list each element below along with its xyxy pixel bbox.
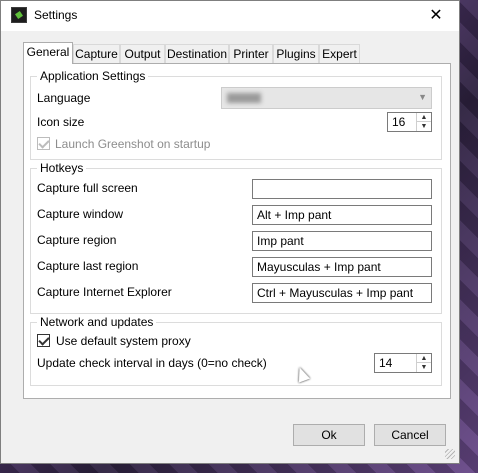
hotkey-window-field[interactable]: Alt + Imp pant (252, 205, 432, 225)
close-icon[interactable]: ✕ (413, 1, 459, 31)
hotkey-region-field[interactable]: Imp pant (252, 231, 432, 251)
stepper-buttons: ▲ ▼ (416, 354, 431, 372)
cancel-button[interactable]: Cancel (374, 424, 446, 446)
network-updates-legend: Network and updates (37, 315, 157, 329)
tab-general[interactable]: General (23, 42, 73, 64)
language-dropdown[interactable]: ▼ (221, 87, 432, 109)
title-bar: Settings ✕ (1, 1, 459, 31)
tab-plugins[interactable]: Plugins (273, 44, 319, 63)
hotkey-label: Capture Internet Explorer (37, 285, 172, 299)
language-label: Language (37, 91, 91, 105)
stepper-down-icon[interactable]: ▼ (417, 122, 431, 131)
launch-on-startup-checkbox[interactable] (37, 137, 50, 150)
network-updates-group: Network and updates Use default system p… (30, 315, 442, 386)
window-title: Settings (34, 8, 78, 22)
resize-grip[interactable] (445, 449, 455, 459)
checkmark-icon (38, 137, 50, 149)
hotkey-label: Capture last region (37, 259, 139, 273)
tab-expert[interactable]: Expert (319, 44, 360, 63)
hotkey-last-region-field[interactable]: Mayusculas + Imp pant (252, 257, 432, 277)
general-tab-panel: Application Settings Language ▼ Icon siz… (23, 63, 451, 399)
update-interval-label: Update check interval in days (0=no chec… (37, 356, 267, 370)
update-interval-value: 14 (379, 356, 393, 370)
icon-size-label: Icon size (37, 115, 85, 129)
hotkey-ie-field[interactable]: Ctrl + Mayusculas + Imp pant (252, 283, 432, 303)
hotkeys-legend: Hotkeys (37, 161, 87, 175)
language-value-redacted (227, 93, 261, 103)
launch-on-startup-label: Launch Greenshot on startup (55, 137, 211, 151)
tab-destination[interactable]: Destination (165, 44, 229, 63)
hotkeys-group: Hotkeys Capture full screen Capture wind… (30, 161, 442, 314)
stepper-buttons: ▲ ▼ (416, 113, 431, 131)
application-settings-group: Application Settings Language ▼ Icon siz… (30, 69, 442, 160)
icon-size-stepper[interactable]: 16 ▲ ▼ (387, 112, 432, 132)
tab-capture[interactable]: Capture (73, 44, 120, 63)
use-proxy-checkbox[interactable] (37, 334, 50, 347)
greenshot-app-icon (11, 7, 27, 23)
hotkey-label: Capture window (37, 207, 124, 221)
checkmark-icon (38, 334, 50, 346)
hotkey-full-screen-field[interactable] (252, 179, 432, 199)
tab-printer[interactable]: Printer (229, 44, 273, 63)
chevron-down-icon: ▼ (418, 92, 427, 102)
tab-output[interactable]: Output (120, 44, 165, 63)
stepper-down-icon[interactable]: ▼ (417, 363, 431, 372)
hotkey-label: Capture region (37, 233, 117, 247)
ok-button[interactable]: Ok (293, 424, 365, 446)
settings-dialog: Settings ✕ General Capture Output Destin… (0, 0, 460, 464)
stepper-up-icon[interactable]: ▲ (417, 354, 431, 363)
application-settings-legend: Application Settings (37, 69, 149, 83)
use-proxy-label: Use default system proxy (56, 334, 191, 348)
hotkey-label: Capture full screen (37, 181, 138, 195)
update-interval-stepper[interactable]: 14 ▲ ▼ (374, 353, 432, 373)
stepper-up-icon[interactable]: ▲ (417, 113, 431, 122)
icon-size-value: 16 (392, 115, 406, 129)
